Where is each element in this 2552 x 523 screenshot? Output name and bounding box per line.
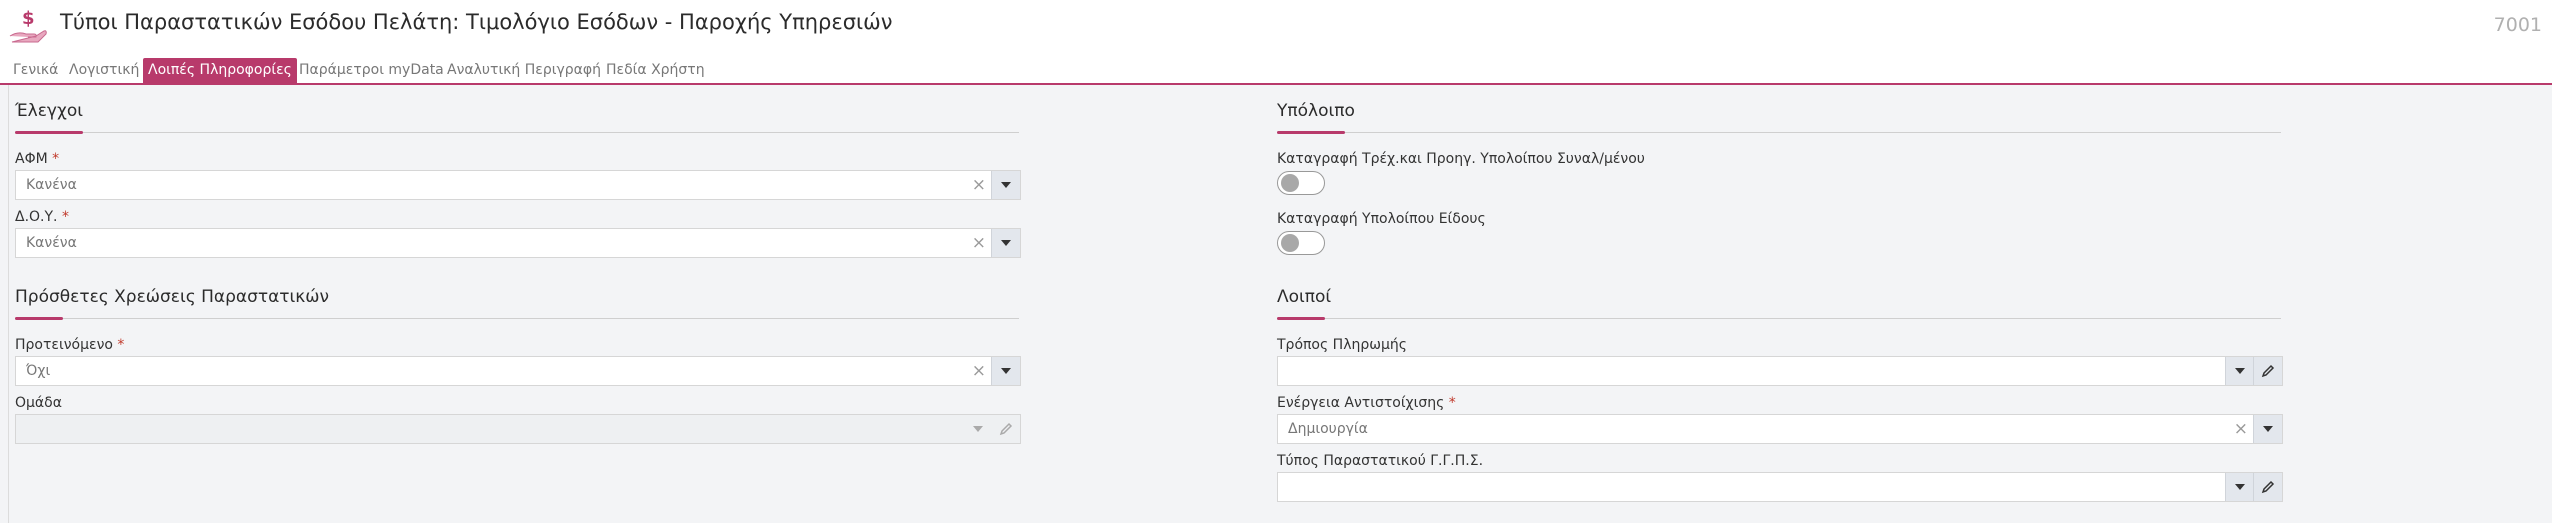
section-title-other: Λοιποί — [1277, 287, 1332, 307]
content-panel: Έλεγχοι ΑΦΜ * Κανένα × Δ.Ο.Υ. * Κανένα ×… — [8, 85, 2552, 523]
page-header: $ Τύποι Παραστατικών Εσόδου Πελάτη: Τιμο… — [0, 0, 2552, 56]
clear-icon[interactable]: × — [972, 175, 986, 195]
group-select — [15, 414, 1021, 444]
section-divider — [15, 318, 1019, 319]
toggle-knob — [1281, 234, 1299, 252]
dropdown-arrow-icon — [964, 415, 992, 443]
edit-pencil-icon[interactable] — [2253, 473, 2282, 501]
group-label: Ομάδα — [15, 395, 62, 411]
tab-user-fields[interactable]: Πεδία Χρήστη — [601, 58, 710, 83]
dropdown-arrow-icon[interactable] — [2225, 473, 2254, 501]
afm-label: ΑΦΜ * — [15, 151, 60, 167]
toggle-balance-label: Καταγραφή Τρέχ.και Προηγ. Υπολοίπου Συνα… — [1277, 151, 1645, 167]
matching-action-select[interactable]: Δημιουργία × — [1277, 414, 2283, 444]
section-title-checks: Έλεγχοι — [15, 101, 83, 121]
dropdown-arrow-icon[interactable] — [2253, 415, 2282, 443]
matching-action-label: Ενέργεια Αντιστοίχισης * — [1277, 395, 1456, 411]
record-code: 7001 — [2493, 14, 2542, 36]
clear-icon[interactable]: × — [2234, 419, 2248, 439]
clear-icon[interactable]: × — [972, 361, 986, 381]
payment-method-select[interactable] — [1277, 356, 2283, 386]
clear-icon[interactable]: × — [972, 233, 986, 253]
payment-method-label: Τρόπος Πληρωμής — [1277, 337, 1407, 353]
toggle-knob — [1281, 174, 1299, 192]
doy-label: Δ.Ο.Υ. * — [15, 209, 69, 225]
edit-pencil-icon[interactable] — [2253, 357, 2282, 385]
dropdown-arrow-icon[interactable] — [991, 229, 1020, 257]
section-divider — [15, 132, 1019, 133]
section-accent — [15, 317, 63, 320]
ggps-type-label: Τύπος Παραστατικού Γ.Γ.Π.Σ. — [1277, 453, 1484, 469]
tab-bar: Γενικά Λογιστική Λοιπές Πληροφορίες Παρά… — [0, 56, 2552, 85]
section-accent — [1277, 131, 1345, 134]
section-divider — [1277, 318, 2281, 319]
toggle-item-balance-label: Καταγραφή Υπολοίπου Είδους — [1277, 211, 1486, 227]
tab-mydata-params[interactable]: Παράμετροι myData — [294, 58, 449, 83]
tab-other-info[interactable]: Λοιπές Πληροφορίες — [143, 58, 297, 83]
suggested-label: Προτεινόμενο * — [15, 337, 125, 353]
ggps-type-select[interactable] — [1277, 472, 2283, 502]
suggested-select[interactable]: Όχι × — [15, 356, 1021, 386]
edit-pencil-icon — [992, 415, 1020, 443]
section-title-balance: Υπόλοιπο — [1277, 101, 1355, 121]
doy-select[interactable]: Κανένα × — [15, 228, 1021, 258]
section-title-charges: Πρόσθετες Χρεώσεις Παραστατικών — [15, 287, 330, 307]
dropdown-arrow-icon[interactable] — [991, 357, 1020, 385]
tab-accounting[interactable]: Λογιστική — [64, 58, 144, 83]
dropdown-arrow-icon[interactable] — [2225, 357, 2254, 385]
section-accent — [1277, 317, 1325, 320]
toggle-balance-switch[interactable] — [1277, 171, 1325, 195]
svg-text:$: $ — [22, 8, 35, 29]
section-divider — [1277, 132, 2281, 133]
afm-select[interactable]: Κανένα × — [15, 170, 1021, 200]
hand-holding-dollar-icon: $ — [8, 6, 48, 46]
toggle-item-balance-switch[interactable] — [1277, 231, 1325, 255]
tab-general[interactable]: Γενικά — [8, 58, 63, 83]
dropdown-arrow-icon[interactable] — [991, 171, 1020, 199]
section-accent — [15, 131, 83, 134]
page-title: Τύποι Παραστατικών Εσόδου Πελάτη: Τιμολό… — [60, 10, 893, 34]
tab-detailed-description[interactable]: Αναλυτική Περιγραφή — [442, 58, 606, 83]
